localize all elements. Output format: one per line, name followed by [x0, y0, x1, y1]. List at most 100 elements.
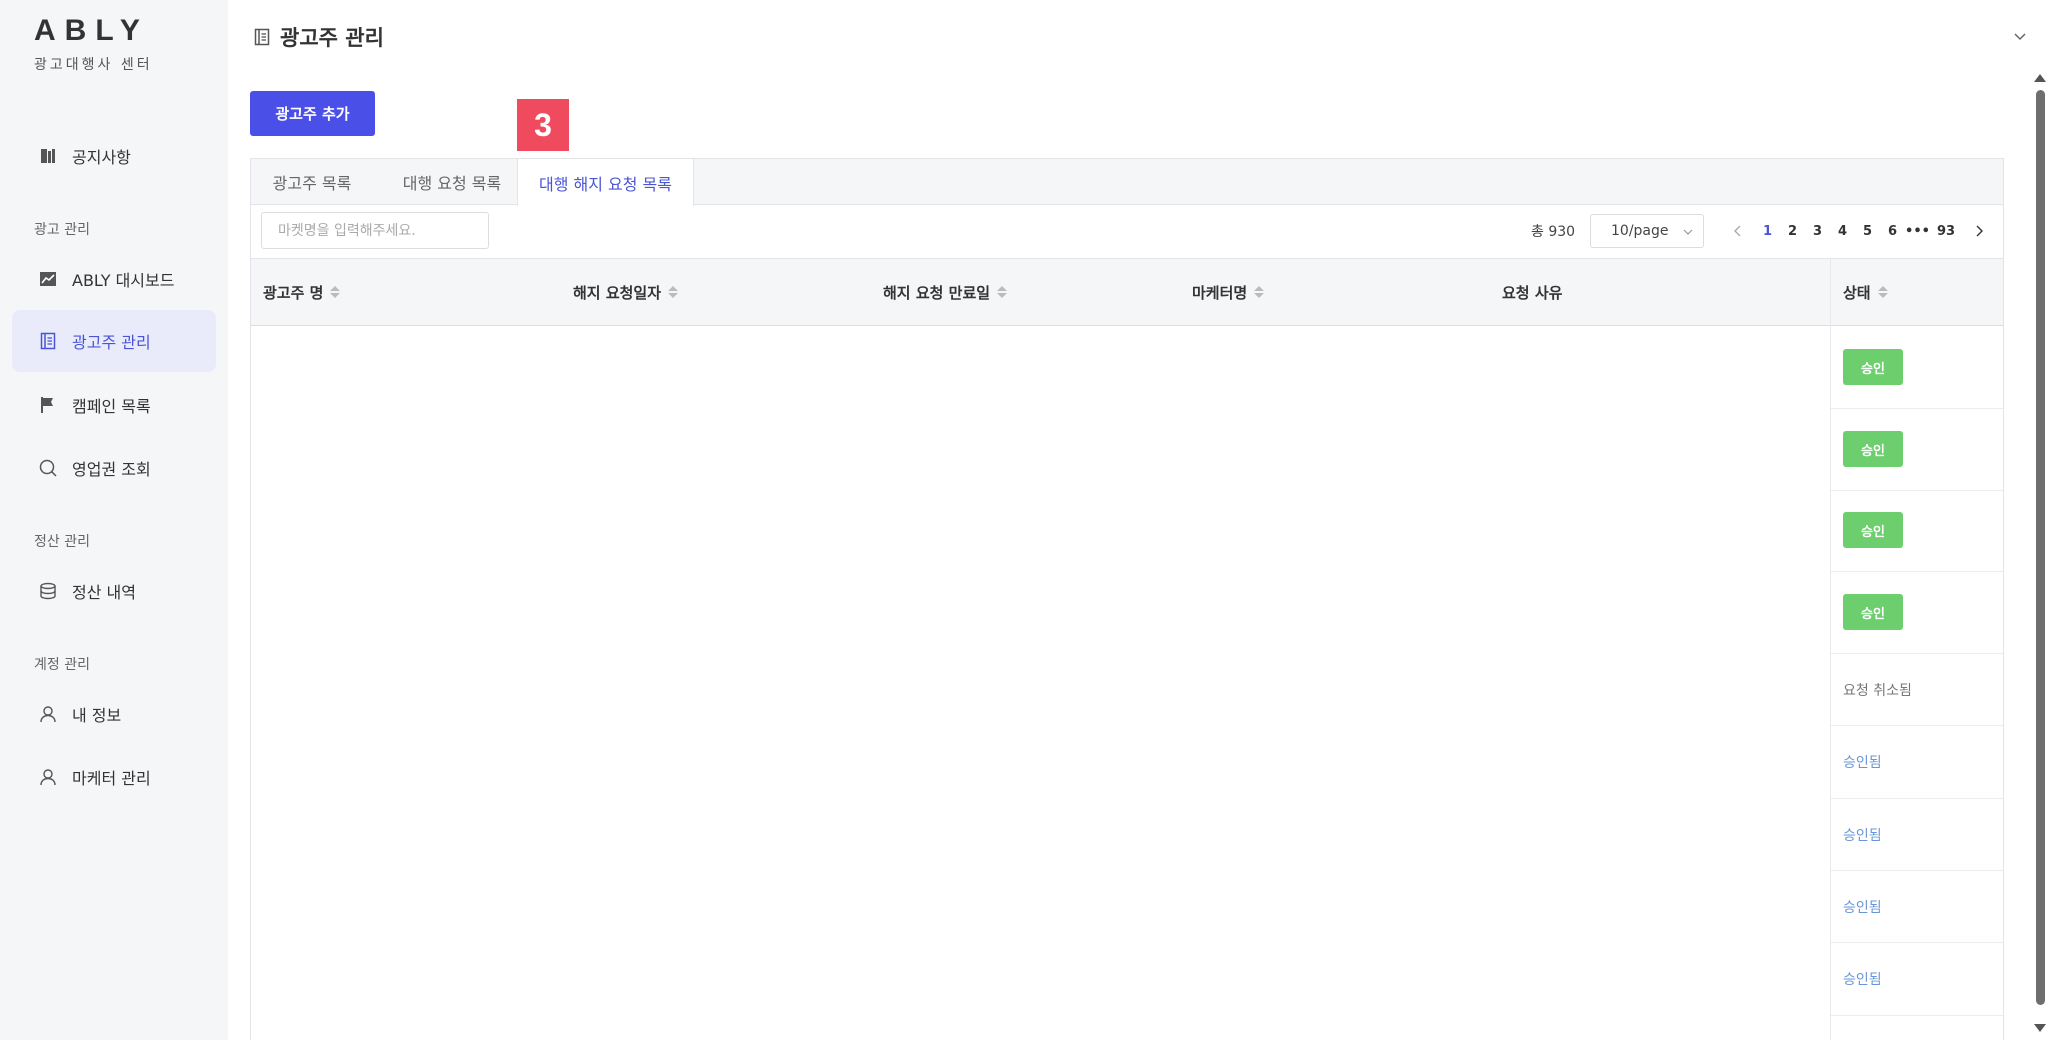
status-link[interactable]: 승인됨: [1843, 897, 1882, 917]
table-row: 승인됨: [1831, 871, 2003, 943]
database-icon: [40, 582, 56, 600]
page-4[interactable]: 4: [1830, 224, 1855, 239]
table-row: 요청 취소됨: [1831, 654, 2003, 726]
page-5[interactable]: 5: [1855, 224, 1880, 239]
section-account-label: 계정 관리: [34, 657, 90, 673]
sidebar: ABLY 광고대행사 센터 공지사항 광고 관리 ABLY 대시보드 광고주 관…: [0, 0, 228, 1040]
tab-agency-request-list[interactable]: 대행 요청 목록: [373, 159, 531, 205]
status-tag: 승인: [1843, 594, 1903, 630]
sidebar-item-territory[interactable]: 영업권 조회: [12, 437, 216, 499]
table-header: 광고주 명 해지 요청일자 해지 요청 만료일 마케터명 요청 사유 상태: [251, 258, 2003, 326]
column-status[interactable]: 상태: [1843, 259, 1888, 325]
scroll-down-arrow[interactable]: [2034, 1024, 2046, 1032]
table-row: 승인됨: [1831, 799, 2003, 871]
scroll-thumb[interactable]: [2036, 90, 2045, 1005]
page-size-value: 10/page: [1611, 223, 1669, 239]
page-2[interactable]: 2: [1780, 224, 1805, 239]
sidebar-item-dashboard[interactable]: ABLY 대시보드: [12, 248, 216, 310]
advertiser-panel: 광고주 목록 대행 요청 목록 대행 해지 요청 목록 총 930 10/pag…: [250, 158, 2004, 1040]
page-ellipsis[interactable]: •••: [1905, 224, 1930, 239]
market-search-input[interactable]: [261, 212, 489, 249]
sidebar-item-label: 정산 내역: [72, 583, 136, 602]
prev-page-button[interactable]: [1721, 225, 1755, 237]
sidebar-item-label: 캠페인 목록: [72, 397, 151, 416]
column-request-reason: 요청 사유: [1502, 259, 1562, 325]
table-row: 승인됨: [1831, 726, 2003, 799]
chart-icon: [40, 272, 56, 286]
status-link[interactable]: 승인됨: [1843, 825, 1882, 845]
sidebar-item-label: 공지사항: [72, 148, 131, 167]
sort-icon[interactable]: [330, 286, 341, 298]
tab-bar: 광고주 목록 대행 요청 목록 대행 해지 요청 목록: [251, 159, 2003, 206]
flag-icon: [41, 397, 53, 413]
user-icon: [40, 769, 56, 786]
status-tag: 승인: [1843, 349, 1903, 385]
column-marketer-name[interactable]: 마케터명: [1192, 259, 1265, 325]
sort-icon[interactable]: [1254, 286, 1265, 298]
sidebar-item-campaign[interactable]: 캠페인 목록: [12, 374, 216, 436]
column-cancel-request-date[interactable]: 해지 요청일자: [573, 259, 679, 325]
column-label: 해지 요청 만료일: [883, 283, 991, 302]
user-icon: [40, 706, 56, 723]
step-badge: 3: [517, 99, 569, 151]
table-row: 승인: [1831, 409, 2003, 491]
sidebar-item-marketer[interactable]: 마케터 관리: [12, 746, 216, 808]
column-label: 해지 요청일자: [573, 283, 662, 302]
brand-logo[interactable]: ABLY: [34, 14, 149, 48]
sidebar-item-myinfo[interactable]: 내 정보: [12, 683, 216, 745]
sidebar-item-label: 마케터 관리: [72, 769, 151, 788]
tab-advertiser-list[interactable]: 광고주 목록: [251, 159, 373, 205]
section-settlement-label: 정산 관리: [34, 534, 90, 550]
column-label: 요청 사유: [1502, 283, 1563, 302]
section-ads-label: 광고 관리: [34, 222, 90, 238]
sidebar-item-label: 광고주 관리: [72, 333, 151, 352]
notice-icon: [41, 149, 55, 163]
table-row: 승인: [1831, 327, 2003, 409]
search-icon: [39, 459, 57, 477]
page-last[interactable]: 93: [1930, 224, 1962, 239]
page-size-select[interactable]: 10/page: [1590, 214, 1704, 248]
sidebar-item-label: 영업권 조회: [72, 460, 151, 479]
app-root: ABLY 광고대행사 센터 공지사항 광고 관리 ABLY 대시보드 광고주 관…: [0, 0, 2048, 1040]
sidebar-item-label: ABLY 대시보드: [72, 271, 175, 290]
document-icon: [40, 332, 56, 350]
main-content: 광고주 관리 광고주 추가 3 광고주 목록 대행 요청 목록 대행 해지 요청…: [228, 0, 2048, 1040]
status-link[interactable]: 승인됨: [1843, 752, 1882, 772]
sort-icon[interactable]: [1877, 286, 1888, 298]
sidebar-item-advertiser[interactable]: 광고주 관리: [12, 310, 216, 372]
status-link[interactable]: 승인됨: [1843, 969, 1882, 989]
brand-subtitle: 광고대행사 센터: [34, 57, 153, 73]
chevron-down-icon: [1683, 229, 1693, 235]
table-row: 승인: [1831, 572, 2003, 654]
column-label: 광고주 명: [263, 283, 324, 302]
sidebar-item-label: 내 정보: [72, 706, 122, 725]
sort-icon[interactable]: [668, 286, 679, 298]
add-advertiser-button[interactable]: 광고주 추가: [250, 91, 375, 136]
vertical-scrollbar[interactable]: [2032, 72, 2048, 1040]
column-cancel-expiry-date[interactable]: 해지 요청 만료일: [883, 259, 1008, 325]
page-title: 광고주 관리: [252, 22, 384, 52]
document-icon: [254, 28, 270, 46]
page-3[interactable]: 3: [1805, 224, 1830, 239]
pagination: 1 2 3 4 5 6 ••• 93: [1721, 214, 1996, 248]
next-page-button[interactable]: [1962, 225, 1996, 237]
status-tag: 승인: [1843, 431, 1903, 467]
status-tag: 승인: [1843, 512, 1903, 548]
column-label: 상태: [1843, 283, 1871, 302]
column-label: 마케터명: [1192, 283, 1248, 302]
chevron-down-icon[interactable]: [2012, 28, 2028, 44]
page-title-text: 광고주 관리: [280, 26, 384, 50]
sort-icon[interactable]: [997, 286, 1008, 298]
table-row: 승인됨: [1831, 943, 2003, 1016]
chevron-left-icon: [1734, 225, 1741, 237]
column-advertiser-name[interactable]: 광고주 명: [263, 259, 341, 325]
status-text: 요청 취소됨: [1843, 683, 1912, 699]
page-6[interactable]: 6: [1880, 224, 1905, 239]
tab-agency-cancel-request-list[interactable]: 대행 해지 요청 목록: [517, 159, 694, 206]
page-1[interactable]: 1: [1755, 224, 1780, 239]
table-row: 승인: [1831, 491, 2003, 572]
sidebar-item-settlement[interactable]: 정산 내역: [12, 560, 216, 622]
sidebar-item-notice[interactable]: 공지사항: [12, 125, 216, 187]
total-count: 총 930: [1531, 224, 1576, 240]
scroll-up-arrow[interactable]: [2034, 74, 2046, 82]
